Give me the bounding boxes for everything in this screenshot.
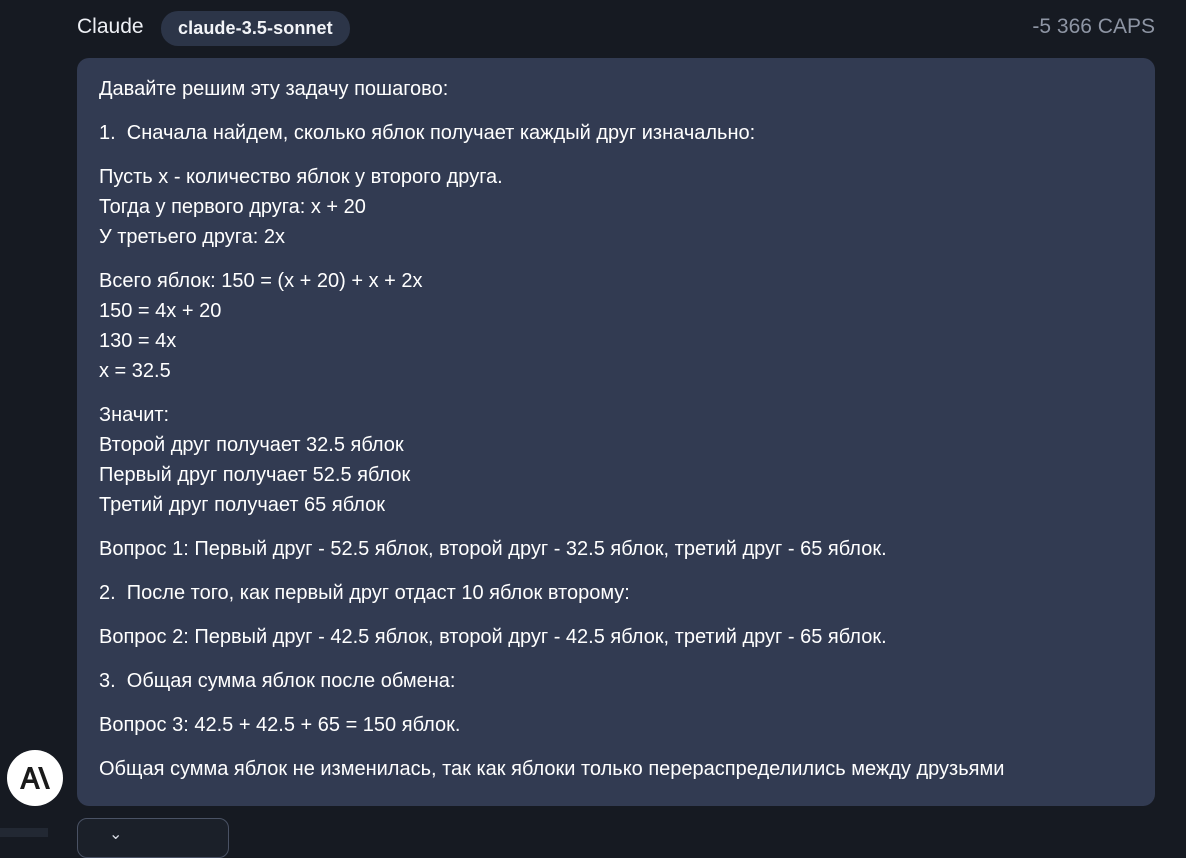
message-bubble: Давайте решим эту задачу пошагово: 1. Сн… <box>77 58 1155 806</box>
message-line: 130 = 4x <box>99 330 177 352</box>
assistant-avatar <box>7 750 63 806</box>
message-line: 1. Сначала найдем, сколько яблок получае… <box>99 122 756 144</box>
cost-label: -5 366 CAPS <box>1032 15 1155 38</box>
message-paragraph: Вопрос 1: Первый друг - 52.5 яблок, втор… <box>99 534 1155 564</box>
message-line: Первый друг получает 52.5 яблок <box>99 464 411 486</box>
message-header: Claude claude-3.5-sonnet -5 366 CAPS <box>77 10 1155 46</box>
message-line: Вопрос 3: 42.5 + 42.5 + 65 = 150 яблок. <box>99 714 461 736</box>
message-line: 3. Общая сумма яблок после обмена: <box>99 670 456 692</box>
message-paragraph: Общая сумма яблок не изменилась, так как… <box>99 754 1155 784</box>
message-line: Давайте решим эту задачу пошагово: <box>99 78 449 100</box>
message-action-button[interactable]: ⌄ <box>77 818 229 858</box>
message-line: Всего яблок: 150 = (x + 20) + x + 2x <box>99 270 423 292</box>
action-icon: ⌄ <box>109 826 123 843</box>
message-line: Третий друг получает 65 яблок <box>99 494 386 516</box>
message-line: 2. После того, как первый друг отдаст 10… <box>99 582 630 604</box>
message-line: x = 32.5 <box>99 360 171 382</box>
message-paragraph: 2. После того, как первый друг отдаст 10… <box>99 578 1155 608</box>
message-line: 150 = 4x + 20 <box>99 300 222 322</box>
message-line: Вопрос 2: Первый друг - 42.5 яблок, втор… <box>99 626 887 648</box>
message-paragraph: 3. Общая сумма яблок после обмена: <box>99 666 1155 696</box>
sidebar-edge <box>0 828 48 837</box>
message-line: Тогда у первого друга: x + 20 <box>99 196 366 218</box>
message-line: У третьего друга: 2x <box>99 226 286 248</box>
message-paragraph: Давайте решим эту задачу пошагово: <box>99 74 1155 104</box>
message-paragraph: Вопрос 2: Первый друг - 42.5 яблок, втор… <box>99 622 1155 652</box>
message-paragraph: 1. Сначала найдем, сколько яблок получае… <box>99 118 1155 148</box>
message-paragraph: Пусть x - количество яблок у второго дру… <box>99 162 1155 252</box>
message-line: Вопрос 1: Первый друг - 52.5 яблок, втор… <box>99 538 887 560</box>
message-line: Общая сумма яблок не изменилась, так как… <box>99 758 1005 780</box>
message-paragraph: Значит: Второй друг получает 32.5 яблок … <box>99 400 1155 520</box>
message-line: Пусть x - количество яблок у второго дру… <box>99 166 503 188</box>
sender-name: Claude <box>77 15 144 38</box>
message-line: Значит: <box>99 404 170 426</box>
model-badge[interactable]: claude-3.5-sonnet <box>161 11 350 46</box>
message-paragraph: Всего яблок: 150 = (x + 20) + x + 2x 150… <box>99 266 1155 386</box>
message-paragraph: Вопрос 3: 42.5 + 42.5 + 65 = 150 яблок. <box>99 710 1155 740</box>
anthropic-logo-icon <box>20 767 50 789</box>
message-line: Второй друг получает 32.5 яблок <box>99 434 404 456</box>
